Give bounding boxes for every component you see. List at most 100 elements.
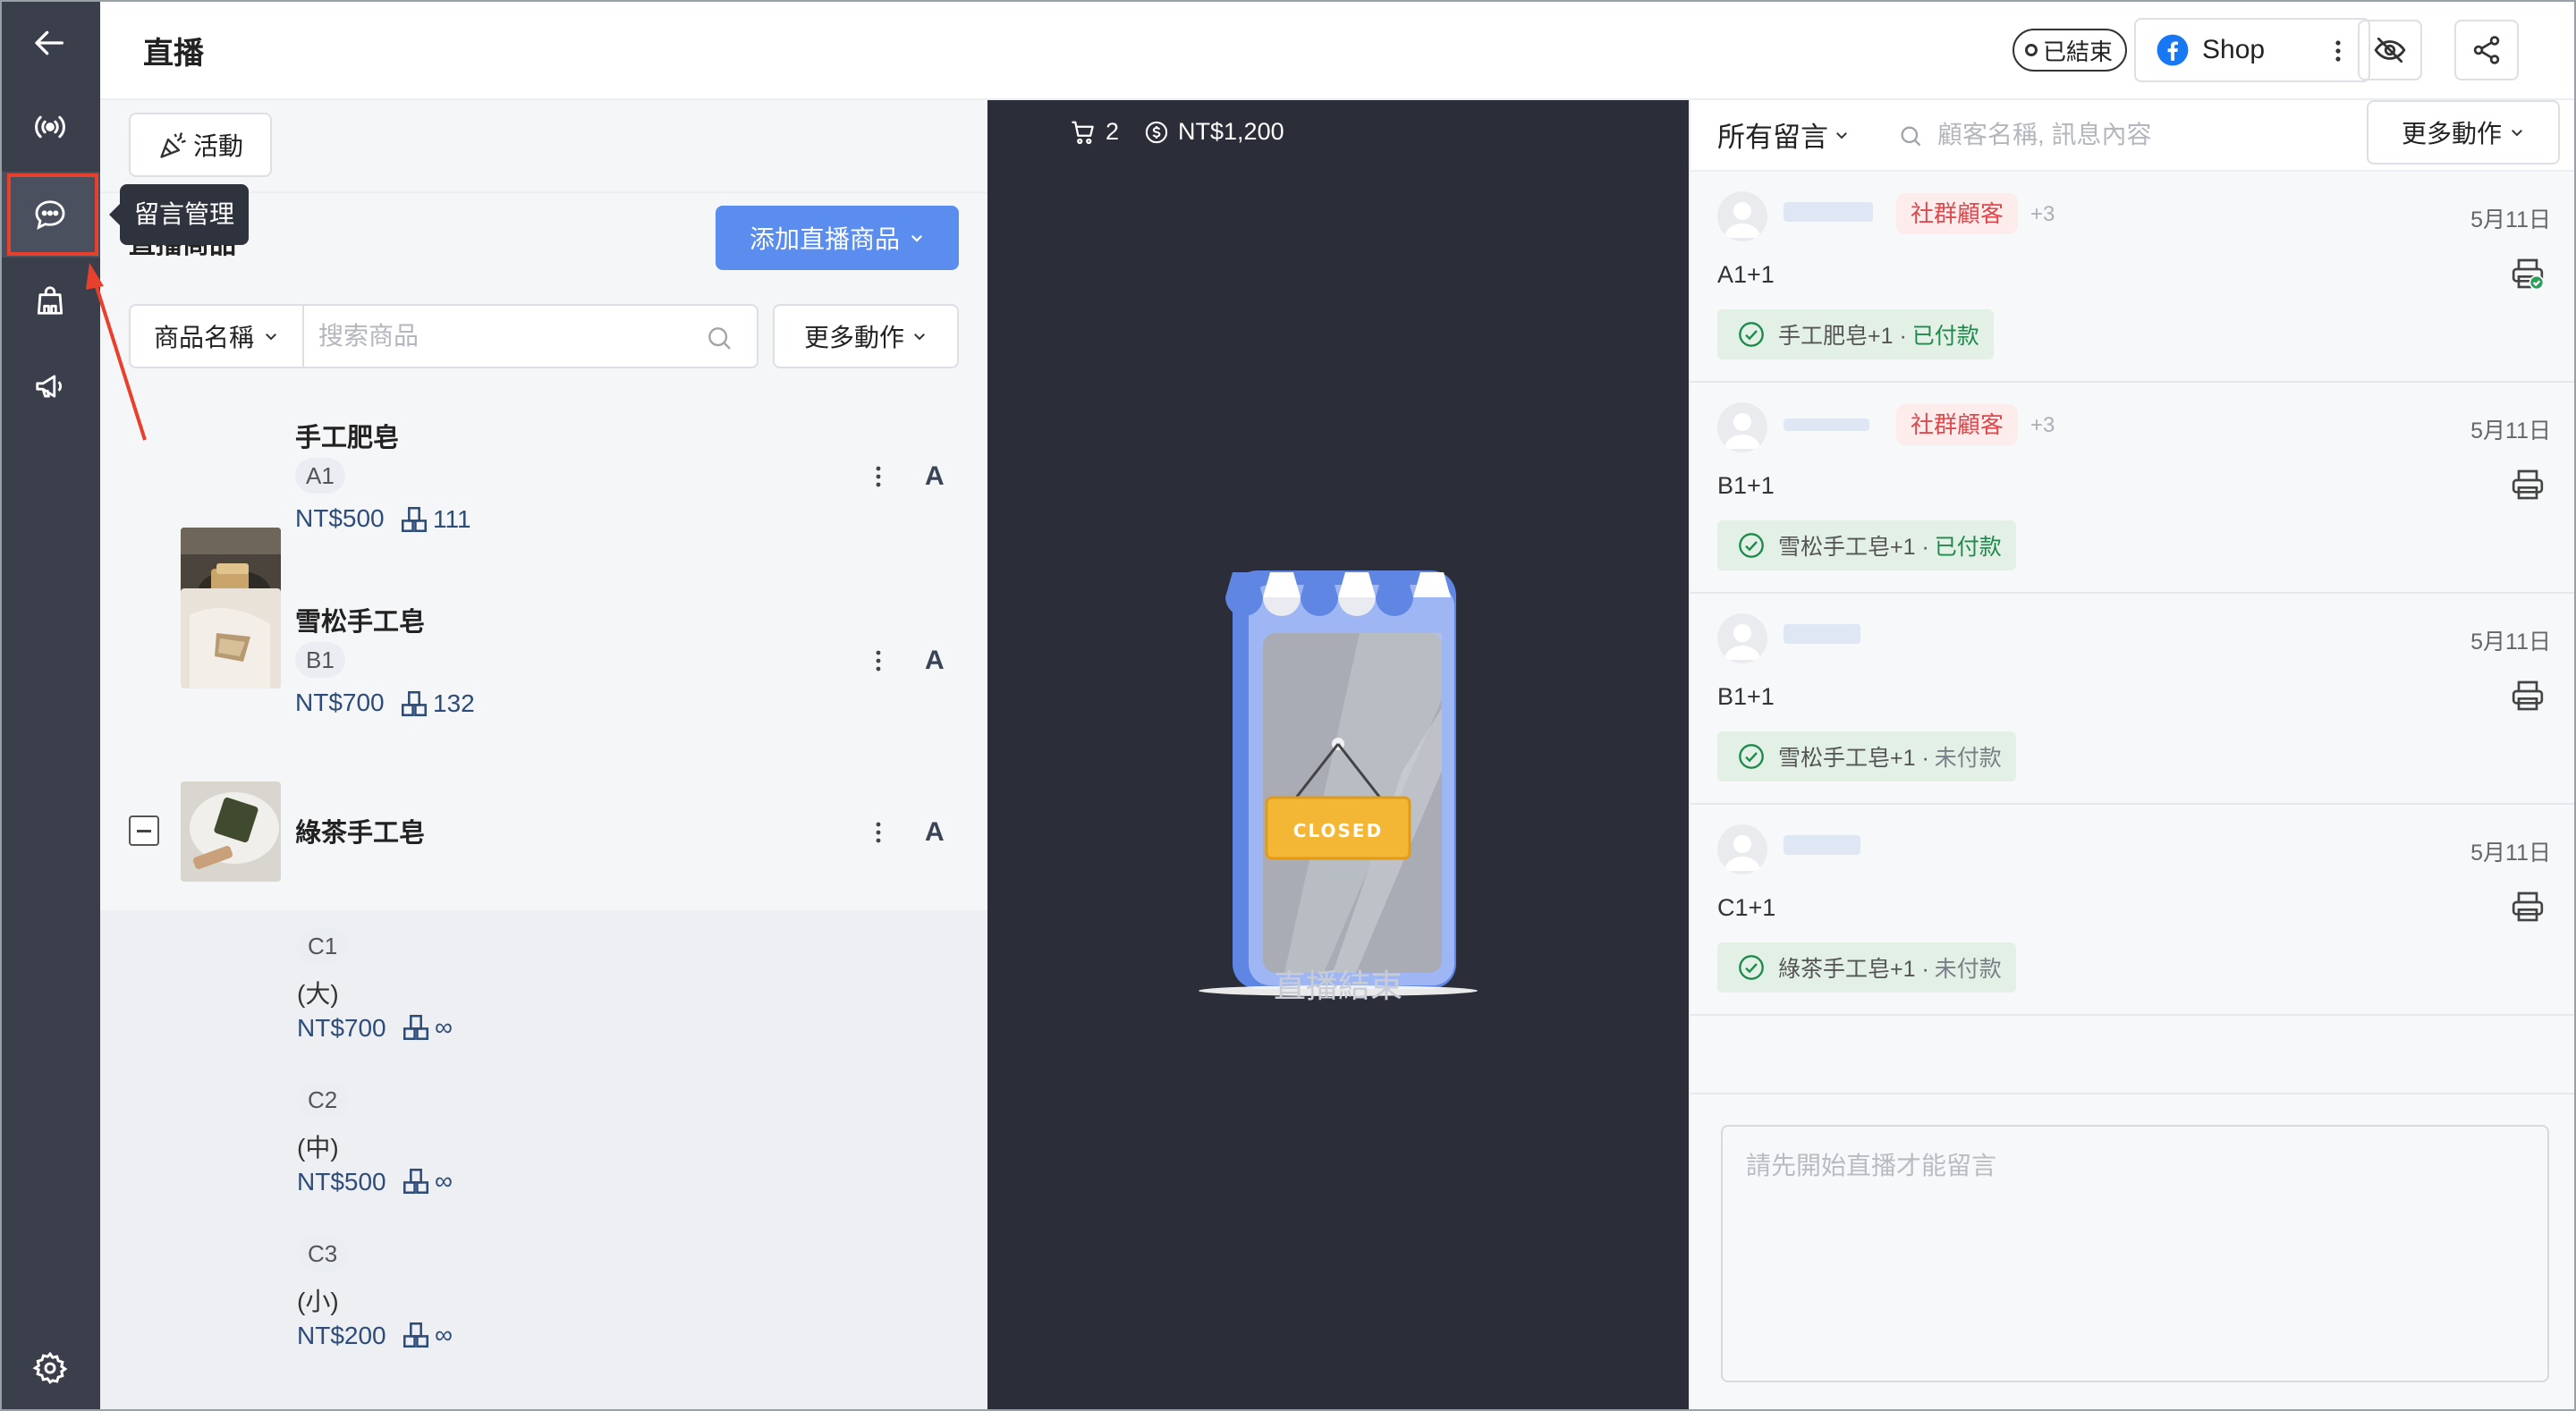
comment-date: 5月11日 [2470, 629, 2551, 655]
back-button[interactable] [0, 0, 100, 86]
variant-stock: ∞ [401, 1012, 453, 1043]
comment-item[interactable]: 5月11日 B1+1 雪松手工皂+1 · 未付款 [1690, 594, 2576, 805]
avatar [1717, 613, 1767, 663]
payment-status: 已付款 [1911, 324, 1979, 349]
inventory-icon [401, 690, 428, 717]
sidebar-item-live[interactable] [0, 84, 100, 170]
search-icon [1901, 126, 1921, 147]
order-summary[interactable]: 綠茶手工皂+1 · 未付款 [1717, 942, 2016, 993]
chevron-down-icon [2512, 130, 2522, 137]
search-icon[interactable] [705, 324, 733, 352]
product-name: 手工肥皂 [295, 424, 400, 452]
more-vertical-icon[interactable] [875, 649, 882, 672]
comment-item[interactable]: 社群顧客 +3 5月11日 B1+1 雪松手工皂+1 · 已付款 [1690, 383, 2576, 594]
printer-icon[interactable] [2510, 467, 2546, 503]
channel-select[interactable]: Shop [2134, 18, 2370, 82]
status-dot-icon [2025, 44, 2038, 56]
inventory-icon [402, 1322, 429, 1348]
order-item: 手工肥皂+1 · [1778, 324, 1907, 349]
extra-tag-count: +3 [2030, 202, 2055, 226]
closed-shop-illustration: CLOSED [1199, 570, 1478, 996]
search-field-select[interactable]: 商品名稱 [131, 306, 304, 367]
chevron-down-icon [1836, 131, 1847, 139]
order-item: 雪松手工皂+1 · [1778, 535, 1929, 560]
comment-search-input[interactable] [1937, 114, 2295, 156]
comment-item[interactable]: 5月11日 C1+1 綠茶手工皂+1 · 未付款 [1690, 805, 2576, 1016]
variant-label: (中) [297, 1134, 339, 1162]
order-item: 雪松手工皂+1 · [1778, 746, 1929, 771]
product-search-input[interactable] [318, 318, 694, 354]
product-row[interactable] [100, 401, 987, 628]
social-customer-tag: 社群顧客 [1896, 404, 2019, 445]
product-stock: 132 [399, 689, 475, 719]
eye-off-icon [2374, 37, 2406, 63]
more-vertical-icon[interactable] [2334, 39, 2342, 63]
arrow-left-icon [35, 30, 64, 55]
more-actions-label: 更多動作 [2401, 120, 2502, 148]
activity-label: 活動 [192, 132, 243, 160]
product-code-tag: B1 [295, 642, 345, 678]
product-stock: 111 [399, 504, 471, 535]
product-letter-badge: A [925, 646, 945, 675]
product-variants: C1 (大) NT$700 ∞ C2 (中) NT$500 ∞ C3 (小) N… [100, 910, 987, 1411]
add-product-label: 添加直播商品 [749, 225, 900, 253]
comment-item[interactable]: 社群顧客 +3 5月11日 A1+1 手工肥皂+1 · 已付款 [1690, 172, 2576, 383]
live-video-panel: 2 NT$1,200 CLOSED 直播結束 [987, 100, 1689, 1411]
payment-status: 已付款 [1934, 535, 2002, 560]
comment-text: A1+1 [1717, 261, 1775, 288]
customer-name-redacted [1784, 418, 1869, 431]
products-more-actions-button[interactable]: 更多動作 [773, 304, 959, 368]
comment-text: B1+1 [1717, 472, 1775, 499]
product-thumbnail [181, 588, 281, 689]
collapse-toggle[interactable] [129, 815, 159, 846]
product-code-tag: A1 [295, 458, 345, 494]
total-amount: NT$1,200 [1178, 118, 1284, 145]
comments-panel: 所有留言 更多動作 社群顧客 +3 5月11日 A1+1 手工肥皂+1 · 已付… [1689, 100, 2576, 1411]
visibility-toggle-button[interactable] [2358, 20, 2422, 80]
closed-sign-text: CLOSED [1293, 820, 1383, 841]
comment-input[interactable] [1721, 1125, 2549, 1382]
avatar [1717, 402, 1767, 452]
payment-status: 未付款 [1934, 746, 2002, 771]
comments-more-actions-button[interactable]: 更多動作 [2367, 100, 2560, 165]
guide-arrow-icon [86, 263, 147, 441]
product-name: 雪松手工皂 [295, 608, 426, 637]
variant-price: NT$500 [297, 1168, 386, 1196]
highlight-box [7, 173, 98, 256]
search-field-label: 商品名稱 [153, 324, 254, 351]
variant-label: (大) [297, 980, 339, 1008]
variant-code-tag: C1 [297, 928, 349, 964]
cart-icon [1072, 121, 1094, 144]
order-item: 綠茶手工皂+1 · [1778, 957, 1929, 982]
live-stats: 2 NT$1,200 [1070, 118, 1284, 146]
check-circle-icon [1739, 955, 1764, 980]
order-summary[interactable]: 手工肥皂+1 · 已付款 [1717, 309, 1994, 359]
live-broadcast-icon [35, 115, 65, 139]
live-ended-text: 直播結束 [1273, 967, 1402, 1004]
avatar [1717, 191, 1767, 241]
customer-name-redacted [1784, 624, 1860, 644]
comment-composer [1690, 1093, 2576, 1411]
comments-filter-select[interactable]: 所有留言 [1717, 114, 1850, 155]
party-popper-icon [160, 132, 186, 158]
more-vertical-icon[interactable] [875, 465, 882, 488]
order-summary[interactable]: 雪松手工皂+1 · 已付款 [1717, 520, 2016, 570]
shop-bag-icon [37, 286, 64, 315]
status-badge: 已結束 [2012, 29, 2128, 72]
more-vertical-icon[interactable] [875, 821, 882, 844]
product-letter-badge: A [925, 817, 945, 847]
comment-date: 5月11日 [2470, 418, 2551, 444]
order-summary[interactable]: 雪松手工皂+1 · 未付款 [1717, 731, 2016, 782]
printer-icon[interactable] [2510, 889, 2546, 925]
add-live-product-button[interactable]: 添加直播商品 [716, 206, 959, 270]
comment-date: 5月11日 [2470, 841, 2551, 866]
sidebar-item-settings[interactable] [0, 1325, 100, 1411]
chevron-down-icon [266, 334, 276, 341]
share-icon [2473, 36, 2500, 64]
share-button[interactable] [2454, 20, 2519, 80]
printer-icon[interactable] [2510, 678, 2546, 714]
activity-button[interactable]: 活動 [129, 113, 272, 177]
variant-label: (小) [297, 1288, 339, 1315]
comment-text: C1+1 [1717, 894, 1776, 921]
printer-checked-icon[interactable] [2510, 256, 2546, 291]
